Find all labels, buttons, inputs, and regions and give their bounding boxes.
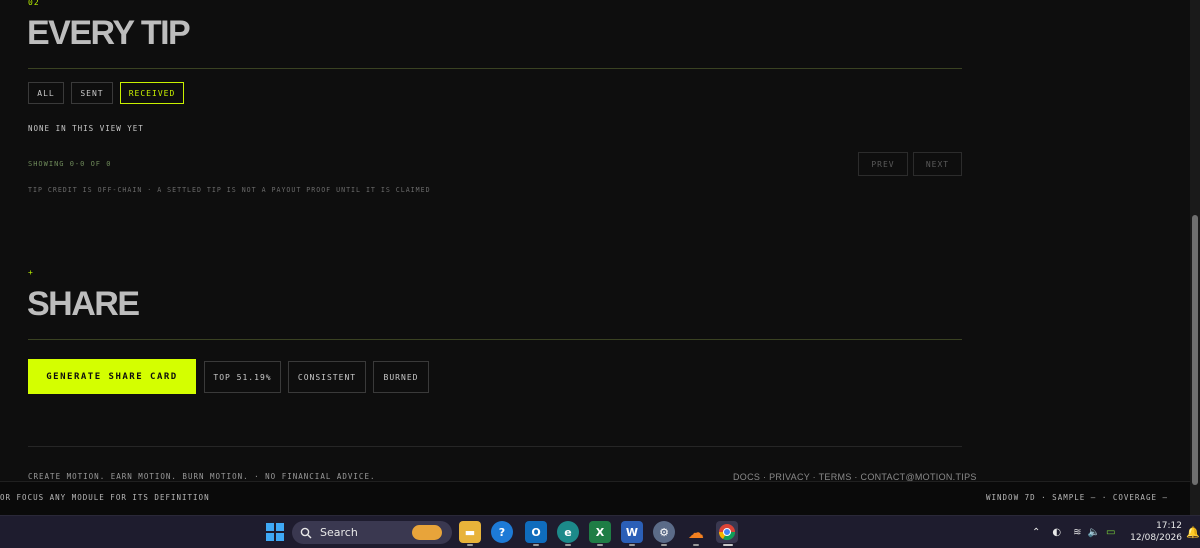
notification-bell-icon[interactable]: 🔔 [1186,516,1200,548]
empty-state-text: NONE IN THIS VIEW YET [28,124,144,133]
running-indicator [565,544,571,546]
next-button[interactable]: NEXT [913,152,962,176]
generate-share-card-button[interactable]: GENERATE SHARE CARD [28,359,196,394]
chip-consistent[interactable]: CONSISTENT [288,361,366,393]
clock-time: 17:12 [1156,521,1182,531]
clock[interactable]: 17:12 12/08/2026 [1130,516,1182,548]
search-placeholder: Search [320,526,358,539]
chevron-up-icon[interactable]: ⌃ [1032,527,1040,538]
running-indicator [597,544,603,546]
page-scrollbar[interactable] [1190,0,1200,515]
scrollbar-thumb[interactable] [1192,215,1198,485]
running-indicator [533,544,539,546]
filter-received-button[interactable]: RECEIVED [120,82,184,104]
filter-all-button[interactable]: ALL [28,82,64,104]
search-icon [300,527,312,538]
footer-divider [28,446,962,447]
status-bar: OR FOCUS ANY MODULE FOR ITS DEFINITION W… [0,481,1190,515]
taskbar-search-input[interactable]: Search [292,521,452,544]
page: 02 EVERY TIP ALL SENT RECEIVED NONE IN T… [0,0,1190,515]
tip-credit-note: TIP CREDIT IS OFF-CHAIN · A SETTLED TIP … [28,186,431,194]
section-title-every-tip: EVERY TIP [27,14,191,52]
footer-tagline: CREATE MOTION. EARN MOTION. BURN MOTION.… [28,472,376,481]
wifi-icon[interactable]: ≋ [1073,527,1081,538]
section-divider [28,339,962,340]
chip-top-percent[interactable]: TOP 51.19% [204,361,281,393]
section-title-share: SHARE [27,285,140,323]
settings-gear-icon[interactable]: ⚙ [653,521,675,543]
chip-burned[interactable]: BURNED [373,361,429,393]
cloudflare-icon[interactable]: ☁ [685,521,707,543]
edge-icon[interactable]: e [557,521,579,543]
os-taskbar: Search ▬ ? O e X W ⚙ ☁ ⌃ ◐ ≋ 🔈 ▭ 17:12 1… [0,515,1200,548]
windows-start-icon[interactable] [264,521,286,543]
running-indicator [661,544,667,546]
clock-date: 12/08/2026 [1130,533,1182,543]
running-indicator [693,544,699,546]
search-highlight-icon [412,525,442,540]
excel-icon[interactable]: X [589,521,611,543]
battery-icon[interactable]: ▭ [1106,527,1115,538]
section-number: 02 [28,0,40,7]
running-indicator [467,544,473,546]
filter-sent-button[interactable]: SENT [71,82,113,104]
section-divider [28,68,962,69]
section-marker: + [28,268,34,277]
running-indicator [629,544,635,546]
status-window-info: WINDOW 7D · SAMPLE — · COVERAGE — [986,493,1169,502]
word-icon[interactable]: W [621,521,643,543]
chrome-icon[interactable] [716,521,738,543]
outlook-icon[interactable]: O [525,521,547,543]
volume-icon[interactable]: 🔈 [1088,527,1100,538]
system-tray: ⌃ ◐ ≋ 🔈 ▭ [1032,516,1125,548]
active-indicator [723,544,733,546]
prev-button[interactable]: PREV [858,152,908,176]
file-explorer-icon[interactable]: ▬ [459,521,481,543]
help-icon[interactable]: ? [491,521,513,543]
status-hint: OR FOCUS ANY MODULE FOR ITS DEFINITION [0,493,210,502]
vpn-status-icon[interactable]: ◐ [1052,527,1061,538]
pagination-status: SHOWING 0-0 OF 0 [28,160,112,168]
